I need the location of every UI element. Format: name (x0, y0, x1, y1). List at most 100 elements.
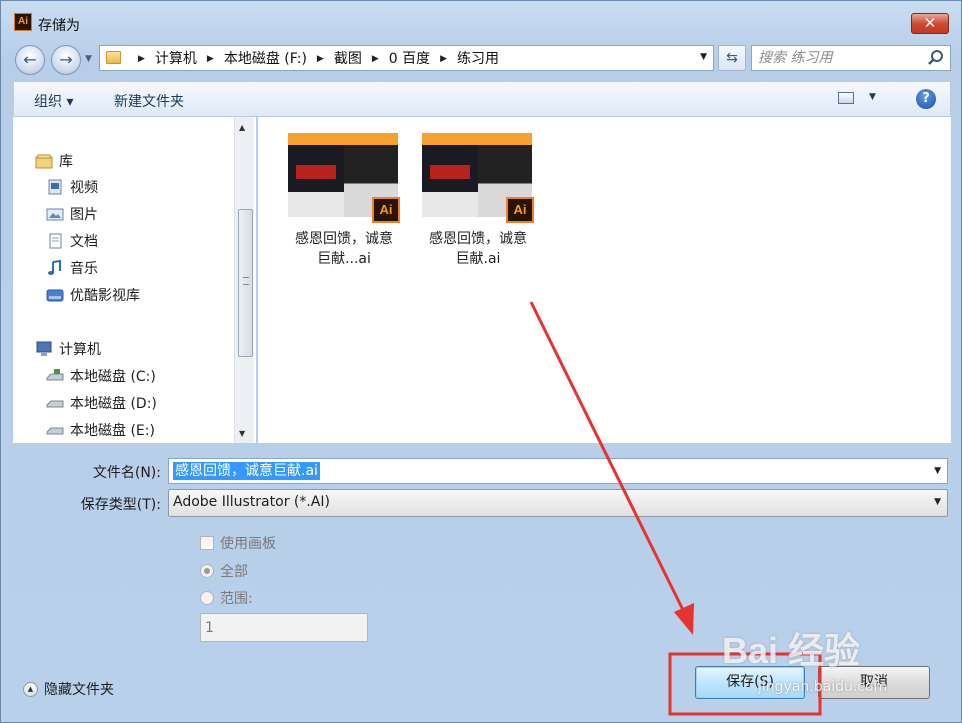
music-icon (48, 260, 61, 275)
file-name-line: 感恩回馈，诚意 (295, 231, 393, 247)
baidu-watermark: Bai 经验 (722, 630, 861, 671)
nav-item-label: 库 (59, 154, 73, 170)
breadcrumb-computer[interactable]: 计算机 (155, 50, 197, 68)
hide-folders-toggle[interactable]: ▲ 隐藏文件夹 (23, 679, 114, 699)
forward-arrow-icon: → (59, 50, 73, 69)
refresh-button[interactable]: ⇆ (718, 45, 746, 71)
close-button[interactable]: ✕ (911, 13, 949, 34)
scroll-thumb[interactable] (238, 209, 253, 357)
search-input[interactable] (758, 48, 923, 68)
nav-item-drive-e[interactable]: 本地磁盘 (E:) (46, 420, 155, 440)
illustrator-badge-icon: Ai (372, 197, 400, 223)
back-arrow-icon: ← (23, 50, 37, 69)
nav-item-drive-d[interactable]: 本地磁盘 (D:) (46, 393, 157, 413)
save-type-label: 保存类型(T): (80, 497, 161, 513)
nav-item-label: 音乐 (70, 261, 98, 277)
drive-icon (46, 427, 64, 435)
scroll-up-icon[interactable]: ▲ (239, 123, 245, 132)
nav-item-library[interactable]: 库 (35, 151, 73, 171)
file-item[interactable]: Ai 感恩回馈，诚意 巨献...ai (274, 133, 414, 269)
file-name-line: 感恩回馈，诚意 (429, 231, 527, 247)
address-dropdown-icon[interactable]: ▼ (700, 52, 707, 62)
all-artboards-option[interactable]: 全部 (200, 561, 248, 581)
scroll-down-icon[interactable]: ▼ (239, 429, 245, 438)
nav-item-label: 图片 (70, 207, 98, 223)
computer-icon (36, 341, 52, 356)
view-options-icon[interactable] (838, 92, 854, 104)
chevron-right-icon[interactable]: ▶ (372, 50, 379, 68)
thumbnail-accent (296, 165, 336, 179)
filename-label: 文件名(N): (92, 465, 161, 481)
breadcrumb-baidu[interactable]: 0 百度 (389, 50, 430, 68)
use-artboards-checkbox[interactable] (200, 536, 214, 550)
refresh-icon: ⇆ (726, 50, 738, 66)
chevron-right-icon[interactable]: ▶ (138, 50, 145, 68)
folder-icon (106, 51, 121, 64)
organize-menu[interactable]: 组织 ▾ (34, 91, 73, 111)
file-name: 感恩回馈，诚意 巨献.ai (408, 229, 548, 269)
recent-locations-dropdown[interactable]: ▼ (85, 54, 92, 64)
breadcrumb-screenshots[interactable]: 截图 (334, 50, 362, 68)
new-folder-button[interactable]: 新建文件夹 (114, 91, 184, 111)
window-title: 存储为 (38, 18, 80, 34)
nav-item-pictures[interactable]: 图片 (46, 204, 98, 224)
nav-item-label: 本地磁盘 (E:) (70, 423, 155, 439)
nav-item-youku[interactable]: 优酷影视库 (46, 285, 140, 305)
use-artboards-label: 使用画板 (220, 536, 276, 552)
range-radio[interactable] (200, 591, 214, 605)
nav-item-label: 本地磁盘 (D:) (70, 396, 157, 412)
nav-item-computer[interactable]: 计算机 (35, 339, 101, 359)
grip-icon (243, 277, 249, 285)
command-toolbar: 组织 ▾ 新建文件夹 ▼ ? (13, 81, 951, 117)
filename-field[interactable]: 感恩回馈，诚意巨献.ai ▼ (168, 458, 948, 484)
nav-item-drive-c[interactable]: 本地磁盘 (C:) (46, 366, 156, 386)
nav-item-label: 本地磁盘 (C:) (70, 369, 156, 385)
nav-item-label: 优酷影视库 (70, 288, 140, 304)
file-name: 感恩回馈，诚意 巨献...ai (274, 229, 414, 269)
nav-item-label: 视频 (70, 180, 98, 196)
thumbnail-page (288, 133, 344, 217)
nav-item-label: 计算机 (59, 342, 101, 358)
nav-item-documents[interactable]: 文档 (46, 231, 98, 251)
drive-c-icon (46, 369, 64, 381)
navigation-scrollbar[interactable]: ▲ ▼ (234, 117, 254, 443)
illustrator-app-icon: Ai (14, 13, 32, 31)
save-type-select[interactable]: Adobe Illustrator (*.AI) ▼ (168, 489, 948, 517)
forward-button[interactable]: → (51, 45, 81, 75)
nav-item-video[interactable]: 视频 (46, 177, 98, 197)
all-radio[interactable] (200, 564, 214, 578)
breadcrumb-practice[interactable]: 练习用 (457, 50, 499, 68)
filename-value[interactable]: 感恩回馈，诚意巨献.ai (173, 462, 320, 480)
back-button[interactable]: ← (15, 45, 45, 75)
search-box (751, 45, 951, 71)
youku-icon (46, 289, 64, 302)
chevron-right-icon[interactable]: ▶ (317, 50, 324, 68)
file-list-pane: Ai 感恩回馈，诚意 巨献...ai Ai 感恩回馈，诚意 巨献.ai (258, 117, 951, 443)
chevron-down-icon[interactable]: ▼ (934, 466, 941, 476)
search-icon[interactable] (927, 49, 945, 67)
view-dropdown-icon[interactable]: ▼ (869, 92, 876, 102)
file-item[interactable]: Ai 感恩回馈，诚意 巨献.ai (408, 133, 548, 269)
library-icon (35, 154, 53, 169)
use-artboards-option[interactable]: 使用画板 (200, 533, 276, 553)
chevron-up-icon: ▲ (23, 681, 38, 697)
drive-icon (46, 400, 64, 408)
breadcrumb: ▶ 计算机 ▶ 本地磁盘 (F:) ▶ 截图 ▶ 0 百度 ▶ 练习用 (128, 50, 499, 68)
documents-icon (49, 233, 62, 249)
range-input[interactable] (200, 613, 368, 642)
chevron-right-icon[interactable]: ▶ (440, 50, 447, 68)
chevron-right-icon[interactable]: ▶ (207, 50, 214, 68)
pictures-icon (46, 208, 64, 221)
nav-item-label: 文档 (70, 234, 98, 250)
range-option[interactable]: 范围: (200, 588, 253, 608)
file-name-line: 巨献...ai (317, 251, 371, 267)
file-name-line: 巨献.ai (455, 251, 501, 267)
help-icon[interactable]: ? (916, 89, 936, 109)
all-label: 全部 (220, 564, 248, 580)
address-bar[interactable]: ▶ 计算机 ▶ 本地磁盘 (F:) ▶ 截图 ▶ 0 百度 ▶ 练习用 ▼ (99, 45, 714, 71)
nav-item-music[interactable]: 音乐 (46, 258, 98, 278)
chevron-down-icon[interactable]: ▼ (934, 497, 941, 507)
video-icon (48, 179, 62, 195)
hide-folders-label: 隐藏文件夹 (44, 682, 114, 698)
breadcrumb-drive-f[interactable]: 本地磁盘 (F:) (224, 50, 307, 68)
